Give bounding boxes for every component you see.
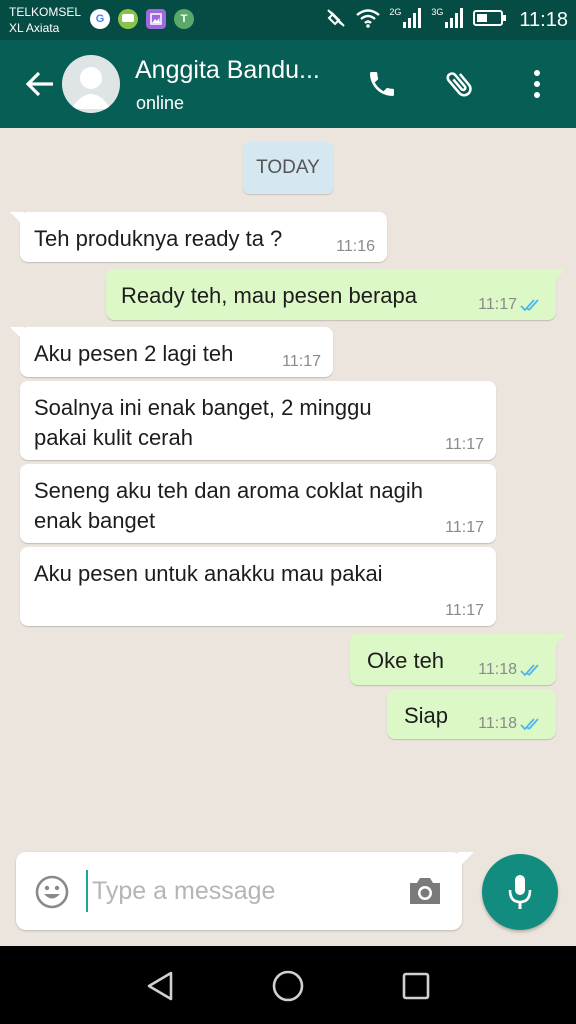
vibrate-off-icon (325, 7, 347, 34)
tokopedia-icon: T (174, 9, 194, 29)
square-recents-icon (402, 972, 430, 1000)
battery-icon (473, 9, 507, 32)
chat-app-icon (118, 9, 138, 29)
message-time: 11:17 (445, 519, 484, 536)
microphone-icon (508, 875, 532, 909)
carrier-info: TELKOMSEL XL Axiata (9, 4, 81, 36)
nav-recents-button[interactable] (396, 966, 436, 1006)
message-meta: 11:17 (445, 436, 484, 454)
message-text: Aku pesen 2 lagi teh (34, 341, 234, 366)
triangle-back-icon (147, 971, 173, 1001)
notification-icons: G T (90, 9, 194, 29)
composer (16, 852, 474, 930)
system-indicators: 2G 3G 11:18 (325, 6, 568, 34)
carrier-name-2: XL Axiata (9, 21, 60, 35)
message-meta: 11:18 (478, 661, 544, 679)
read-receipt-icon (520, 664, 539, 677)
message-time: 11:18 (478, 715, 517, 732)
message-time: 11:18 (478, 661, 517, 678)
message-meta: 11:17 (445, 519, 484, 537)
nav-back-button[interactable] (140, 966, 180, 1006)
message-time: 11:17 (445, 602, 484, 619)
avatar[interactable] (62, 55, 120, 113)
attach-button[interactable] (438, 62, 482, 106)
contact-name[interactable]: Anggita Bandu... (135, 56, 320, 85)
signal-icon-2 (445, 7, 465, 34)
chat-header: Anggita Bandu... online (0, 40, 576, 128)
wifi-icon (355, 8, 381, 33)
read-receipt-icon (520, 299, 539, 312)
clock: 11:18 (519, 8, 568, 31)
message-text: Siap (404, 703, 449, 728)
contact-status: online (136, 93, 185, 113)
message-text: Seneng aku teh dan aroma coklat nagih en… (34, 478, 423, 533)
message-text: Ready teh, mau pesen berapa (121, 283, 417, 308)
message-meta: 11:16 (336, 238, 375, 256)
more-vert-icon (534, 70, 540, 98)
paperclip-icon (446, 72, 472, 97)
message-outgoing[interactable]: Ready teh, mau pesen berapa 11:17 (106, 269, 566, 320)
message-meta: 11:18 (478, 715, 544, 733)
signal-icon-1 (403, 7, 423, 34)
message-time: 11:17 (282, 353, 321, 370)
nav-home-button[interactable] (268, 966, 308, 1006)
person-icon (71, 67, 111, 109)
message-meta: 11:17 (445, 602, 484, 620)
message-text: Oke teh (367, 648, 445, 673)
phone-icon (370, 72, 394, 96)
camera-icon (410, 878, 440, 904)
message-time: 11:17 (478, 296, 517, 313)
message-incoming[interactable]: Teh produknya ready ta ? 11:16 (10, 212, 387, 262)
network-type-1: 2G (389, 7, 402, 17)
message-input[interactable] (86, 870, 386, 912)
gallery-app-icon (146, 9, 166, 29)
read-receipt-icon (520, 718, 539, 731)
message-incoming[interactable]: Aku pesen 2 lagi teh 11:17 (10, 327, 333, 377)
message-meta: 11:17 (282, 353, 321, 371)
voice-call-button[interactable] (360, 62, 404, 106)
message-time: 11:17 (445, 436, 484, 453)
voice-message-button[interactable] (482, 854, 558, 930)
message-incoming[interactable]: Aku pesen untuk anakku mau pakai 11:17 (20, 547, 496, 626)
system-navigation-bar (0, 946, 576, 1024)
message-incoming[interactable]: Seneng aku teh dan aroma coklat nagih en… (20, 464, 496, 543)
carrier-name-1: TELKOMSEL (9, 5, 82, 19)
camera-button[interactable] (406, 874, 446, 910)
more-options-button[interactable] (515, 62, 559, 106)
message-text: Aku pesen untuk anakku mau pakai (34, 561, 383, 586)
status-bar: TELKOMSEL XL Axiata G T 2G 3G 11:18 (0, 0, 576, 40)
message-outgoing[interactable]: Oke teh 11:18 (350, 634, 566, 685)
message-text: Soalnya ini enak banget, 2 minggu pakai … (34, 395, 372, 450)
circle-home-icon (272, 970, 304, 1002)
message-incoming[interactable]: Soalnya ini enak banget, 2 minggu pakai … (20, 381, 496, 460)
message-outgoing[interactable]: Siap 11:18 (387, 689, 556, 739)
message-time: 11:16 (336, 238, 375, 255)
date-separator: TODAY (243, 142, 333, 194)
network-type-2: 3G (431, 7, 444, 17)
arrow-left-icon (25, 71, 53, 97)
back-button[interactable] (20, 64, 60, 104)
emoji-icon (35, 875, 69, 909)
message-text: Teh produknya ready ta ? (34, 226, 283, 251)
google-icon: G (90, 9, 110, 29)
emoji-button[interactable] (34, 874, 70, 910)
message-list[interactable]: TODAY Teh produknya ready ta ? 11:16 Rea… (0, 128, 576, 848)
message-meta: 11:17 (478, 296, 544, 314)
